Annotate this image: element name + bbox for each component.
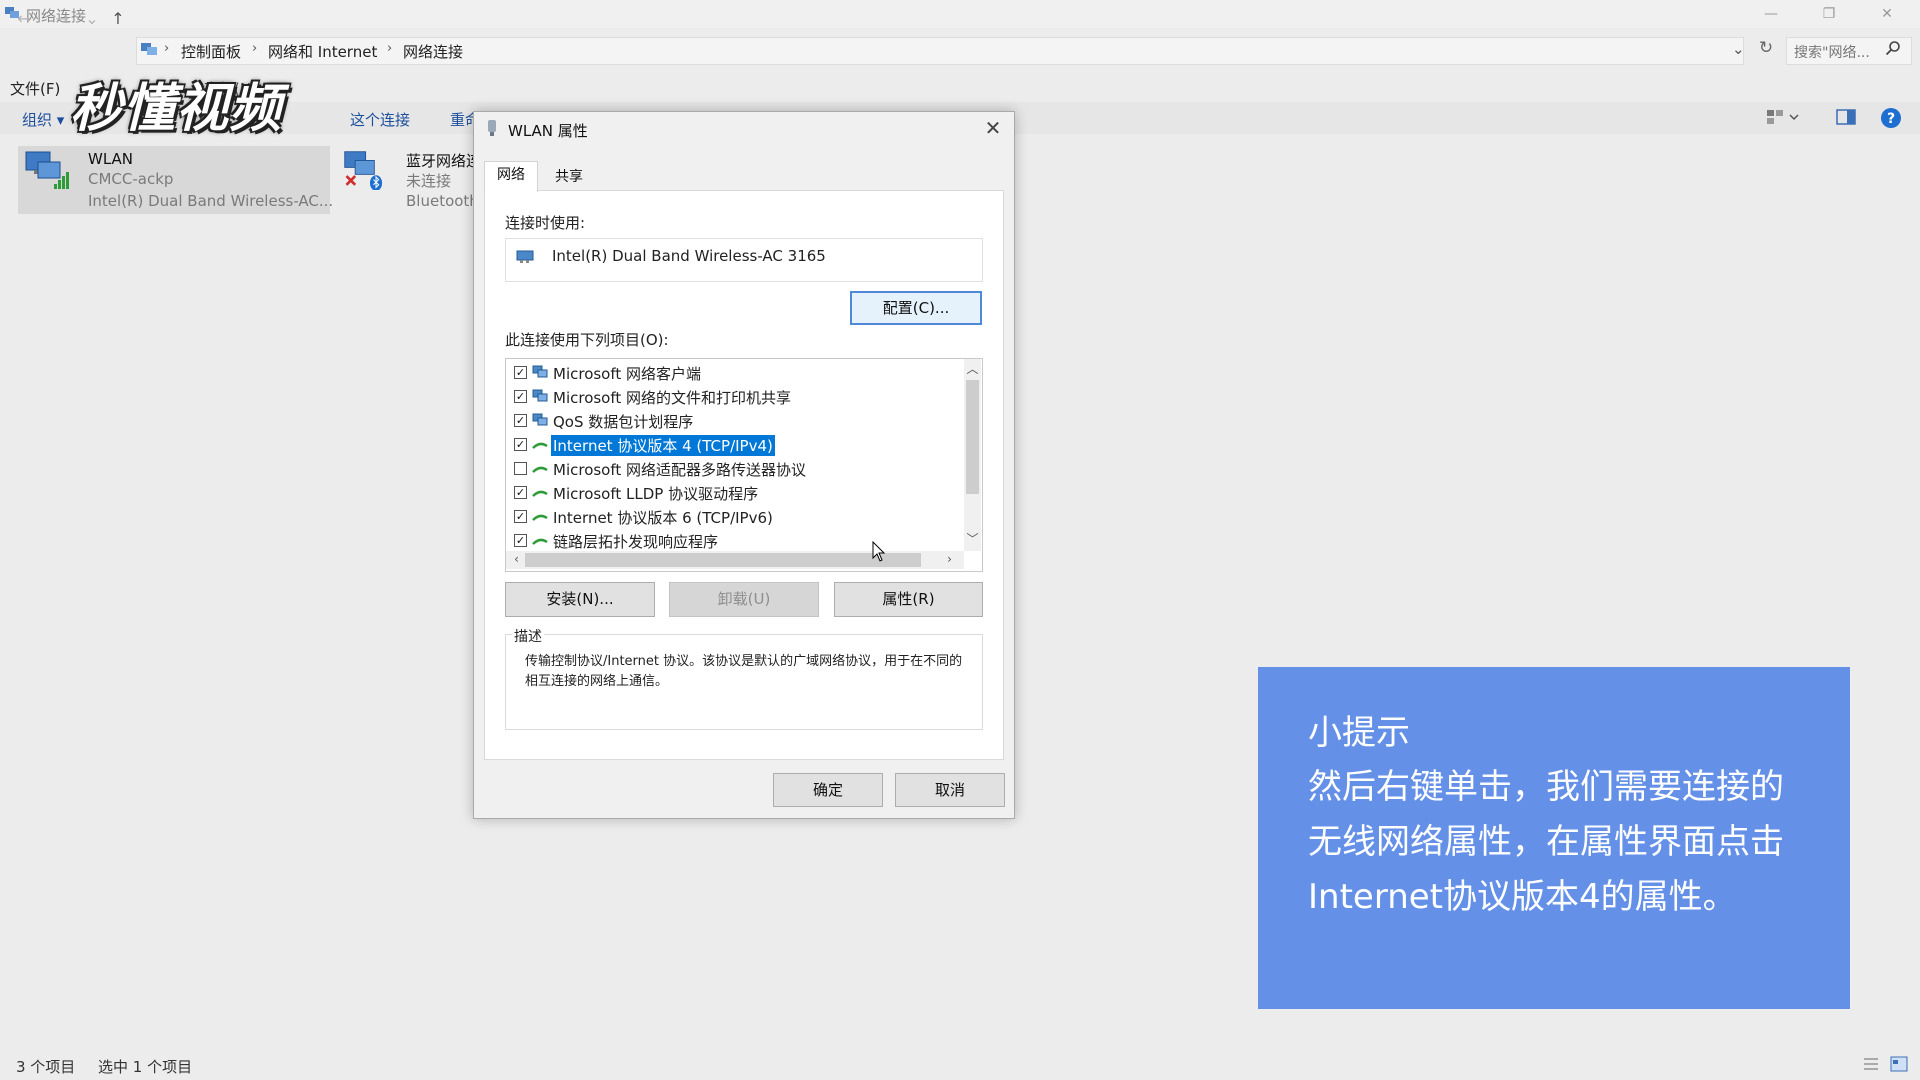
connection-name: 蓝牙网络连 — [406, 152, 482, 170]
item-checkbox[interactable]: ✓ — [514, 510, 527, 523]
configure-button[interactable]: 配置(C)... — [850, 291, 982, 325]
list-item[interactable]: ✓ Microsoft LLDP 协议驱动程序 — [506, 481, 966, 505]
protocol-icon — [532, 538, 548, 545]
item-label: QoS 数据包计划程序 — [553, 413, 694, 431]
breadcrumb-network-internet[interactable]: 网络和 Internet — [268, 41, 377, 62]
vertical-scroll-thumb[interactable] — [966, 380, 979, 494]
item-label: Microsoft LLDP 协议驱动程序 — [553, 485, 759, 503]
tab-network[interactable]: 网络 — [484, 161, 538, 192]
help-icon[interactable]: ? — [1880, 107, 1902, 129]
connection-adapter: Intel(R) Dual Band Wireless-AC... — [88, 192, 334, 210]
list-item[interactable]: ✓ 链路层拓扑发现响应程序 — [506, 529, 966, 553]
list-item[interactable]: ✓ Internet 协议版本 6 (TCP/IPv6) — [506, 505, 966, 529]
svg-text:?: ? — [1887, 111, 1895, 127]
uninstall-button[interactable]: 卸载(U) — [669, 582, 819, 617]
refresh-button[interactable]: ↻ — [1754, 38, 1778, 62]
dialog-title: WLAN 属性 — [508, 122, 588, 140]
details-view-icon[interactable] — [1862, 1056, 1880, 1072]
breadcrumb-network-connections[interactable]: 网络连接 — [403, 41, 463, 62]
item-label: Internet 协议版本 4 (TCP/IPv4) — [551, 435, 775, 456]
network-client-icon — [532, 413, 548, 426]
adapter-name: Intel(R) Dual Band Wireless-AC 3165 — [552, 247, 826, 265]
item-checkbox[interactable]: ✓ — [514, 438, 527, 451]
list-item[interactable]: ✓ Microsoft 网络的文件和打印机共享 — [506, 385, 966, 409]
tab-sharing[interactable]: 共享 — [543, 164, 595, 190]
item-checkbox[interactable]: ✓ — [514, 534, 527, 547]
description-text: 传输控制协议/Internet 协议。该协议是默认的广域网络协议，用于在不同的相… — [525, 654, 963, 689]
tip-title: 小提示 — [1308, 713, 1410, 753]
address-dropdown-icon[interactable]: ⌄ — [1732, 40, 1745, 58]
scroll-up-icon[interactable]: ︿ — [964, 360, 981, 377]
close-window-button[interactable]: ✕ — [1864, 2, 1910, 26]
breadcrumb-separator: › — [387, 41, 393, 56]
item-checkbox[interactable]: ✓ — [514, 366, 527, 379]
preview-pane-icon[interactable] — [1836, 108, 1856, 126]
item-label: Internet 协议版本 6 (TCP/IPv6) — [553, 509, 773, 527]
wlan-connection-icon — [25, 151, 69, 189]
breadcrumb-separator: › — [164, 41, 170, 56]
item-label: 链路层拓扑发现响应程序 — [553, 533, 719, 551]
organize-button[interactable]: 组织 ▾ — [22, 109, 64, 130]
list-item[interactable]: ✓ QoS 数据包计划程序 — [506, 409, 966, 433]
protocol-icon — [532, 466, 548, 473]
scroll-left-icon[interactable]: ‹ — [508, 552, 525, 566]
up-button[interactable]: ↑ — [106, 9, 130, 29]
connection-status: 未连接 — [406, 172, 452, 190]
item-count: 3 个项目 — [16, 1058, 76, 1076]
item-checkbox[interactable]: ✓ — [514, 486, 527, 499]
search-icon[interactable] — [1885, 40, 1901, 56]
cmd-connection-item[interactable]: 这个连接 — [350, 109, 410, 130]
watermark-logo: 秒懂视频 — [70, 78, 283, 139]
selected-count: 选中 1 个项目 — [98, 1058, 193, 1076]
network-adapter-icon — [516, 250, 534, 263]
connection-status: CMCC-ackp — [88, 170, 174, 188]
forward-button[interactable]: → — [50, 9, 74, 29]
cancel-button[interactable]: 取消 — [895, 773, 1005, 807]
protocol-icon — [532, 514, 548, 521]
breadcrumb-separator: › — [252, 41, 258, 56]
scroll-down-icon[interactable]: ﹀ — [964, 530, 981, 547]
list-item[interactable]: ✓ Internet 协议版本 4 (TCP/IPv4) — [506, 433, 966, 457]
list-item[interactable]: Microsoft 网络适配器多路传送器协议 — [506, 457, 966, 481]
install-button[interactable]: 安装(N)... — [505, 582, 655, 617]
menu-file[interactable]: 文件(F) — [10, 78, 60, 99]
recent-locations-button[interactable]: ⌄ — [80, 9, 104, 29]
search-placeholder: 搜索"网络... — [1794, 45, 1870, 61]
item-label: Microsoft 网络客户端 — [553, 365, 702, 383]
change-view-icon[interactable] — [1766, 108, 1800, 126]
protocol-icon — [532, 490, 548, 497]
connection-adapter: Bluetooth — [406, 192, 479, 210]
control-panel-icon — [141, 43, 157, 55]
mouse-cursor-icon — [872, 541, 886, 562]
minimize-button[interactable]: — — [1748, 2, 1794, 26]
restore-button[interactable]: ❐ — [1806, 2, 1852, 26]
network-client-icon — [532, 389, 548, 402]
network-client-icon — [532, 365, 548, 378]
horizontal-scroll-thumb[interactable] — [525, 553, 921, 567]
connect-using-label: 连接时使用: — [505, 214, 586, 232]
list-item[interactable]: ✓ Microsoft 网络客户端 — [506, 361, 966, 385]
item-checkbox[interactable]: ✓ — [514, 414, 527, 427]
window-titlebar — [0, 0, 1920, 28]
back-button[interactable]: ← — [12, 9, 36, 29]
description-legend: 描述 — [512, 626, 544, 646]
properties-button[interactable]: 属性(R) — [834, 582, 983, 617]
item-checkbox[interactable] — [514, 462, 527, 475]
tiles-view-icon[interactable] — [1890, 1056, 1908, 1072]
tip-body: 然后右键单击，我们需要连接的无线网络属性，在属性界面点击Internet协议版本… — [1308, 767, 1784, 917]
item-checkbox[interactable]: ✓ — [514, 390, 527, 403]
protocol-icon — [532, 442, 548, 449]
scroll-right-icon[interactable]: › — [941, 552, 958, 566]
dialog-close-button[interactable]: ✕ — [978, 116, 1008, 140]
ok-button[interactable]: 确定 — [773, 773, 883, 807]
bluetooth-connection-icon — [344, 151, 383, 190]
breadcrumb-control-panel[interactable]: 控制面板 — [181, 41, 241, 62]
connection-items-list[interactable]: ✓ Microsoft 网络客户端 ✓ Microsoft 网络的文件和打印机共享 ✓ Q… — [505, 358, 983, 572]
items-label: 此连接使用下列项目(O): — [505, 331, 669, 349]
item-label: Microsoft 网络适配器多路传送器协议 — [553, 461, 807, 479]
connection-name: WLAN — [88, 150, 134, 168]
item-label: Microsoft 网络的文件和打印机共享 — [553, 389, 792, 407]
wlan-adapter-icon — [488, 120, 496, 136]
